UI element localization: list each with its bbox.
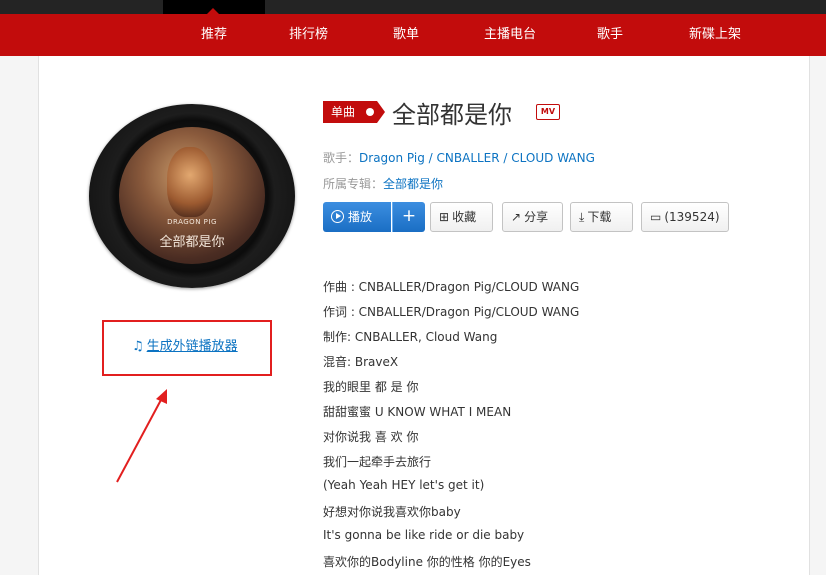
collect-label: 收藏: [452, 210, 477, 224]
download-button[interactable]: ⤓ 下载: [570, 202, 633, 232]
lyric-line: 作词 : CNBALLER/Dragon Pig/CLOUD WANG: [323, 305, 580, 319]
share-icon: ↗: [511, 210, 522, 224]
lyric-line: 好想对你说我喜欢你baby: [323, 505, 461, 519]
lyric-line: 喜欢你的Bodyline 你的性格 你的Eyes: [323, 555, 531, 569]
lyric-line: 我们一起牵手去旅行: [323, 455, 432, 469]
lyric-line: (Yeah Yeah HEY let's get it): [323, 478, 485, 492]
comment-button[interactable]: ▭ (139524): [641, 202, 729, 232]
artist-label: 歌手：: [323, 151, 360, 165]
lyric-line: 作曲 : CNBALLER/Dragon Pig/CLOUD WANG: [323, 280, 580, 294]
play-icon: [331, 210, 344, 223]
download-icon: ⤓: [579, 210, 585, 224]
share-label: 分享: [524, 210, 549, 224]
play-button[interactable]: 播放: [323, 202, 391, 232]
lyric-line: It's gonna be like ride or die baby: [323, 528, 525, 542]
share-button[interactable]: ↗ 分享: [502, 202, 563, 232]
badge-dot-icon: [366, 108, 374, 116]
artist-links[interactable]: Dragon Pig / CNBALLER / CLOUD WANG: [359, 151, 595, 165]
album-link[interactable]: 全部都是你: [383, 177, 443, 191]
lyric-line: 制作: CNBALLER, Cloud Wang: [323, 330, 498, 344]
song-title: 全部都是你: [392, 101, 512, 129]
download-label: 下载: [587, 210, 612, 224]
collect-icon: ⊞: [439, 210, 450, 224]
lyric-line: 甜甜蜜蜜 U KNOW WHAT I MEAN: [323, 405, 512, 419]
comment-count: (139524): [664, 210, 720, 224]
single-badge: 单曲: [323, 101, 385, 123]
lyric-line: 对你说我 喜 欢 你: [323, 430, 419, 444]
add-to-playlist-button[interactable]: +: [392, 202, 425, 232]
collect-button[interactable]: ⊞ 收藏: [430, 202, 493, 232]
play-label: 播放: [348, 210, 373, 224]
single-badge-label: 单曲: [331, 105, 356, 119]
mv-icon[interactable]: MV: [536, 104, 560, 120]
artist-line: 歌手：Dragon Pig / CNBALLER / CLOUD WANG: [323, 149, 595, 166]
lyric-line: 我的眼里 都 是 你: [323, 380, 419, 394]
lyric-line: 混音: BraveX: [323, 355, 399, 369]
album-line: 所属专辑：全部都是你: [323, 175, 443, 192]
album-label: 所属专辑：: [323, 177, 384, 191]
comment-icon: ▭: [650, 210, 662, 224]
